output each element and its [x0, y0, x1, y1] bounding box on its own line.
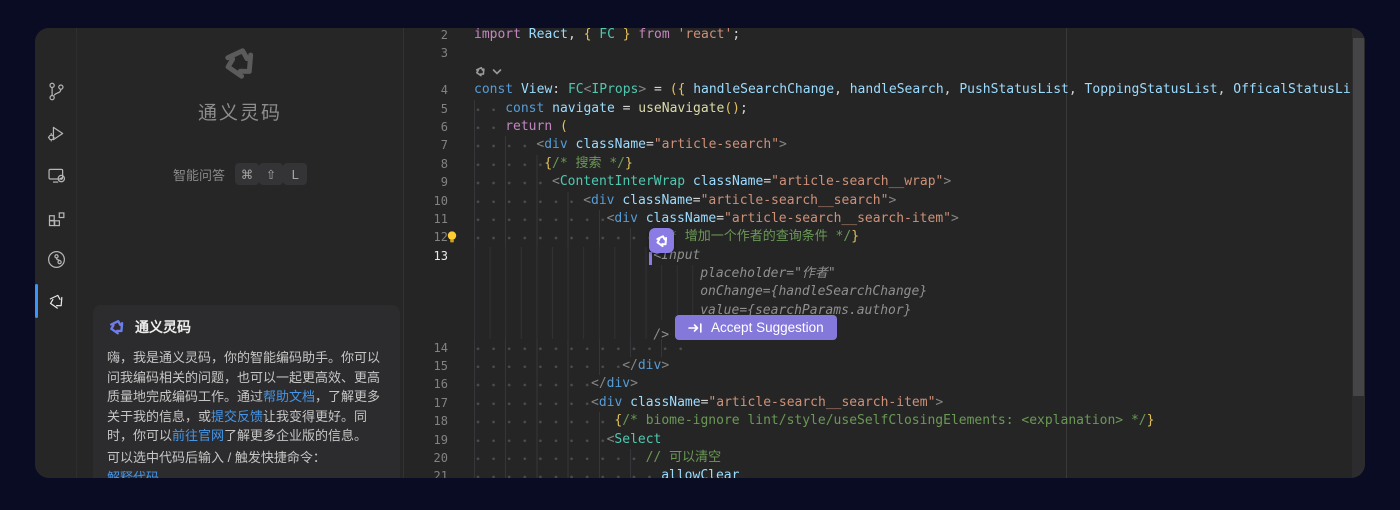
line-number: 10 — [404, 192, 448, 210]
chat-link[interactable]: 帮助文档 — [263, 389, 315, 404]
code-line: 13<Input — [404, 247, 1352, 265]
lingma-chat-logo — [107, 317, 127, 337]
code-line: 9<ContentInterWrap className="article-se… — [404, 173, 1352, 191]
lingma-icon[interactable] — [35, 280, 77, 322]
lingma-inline-badge[interactable] — [649, 228, 674, 253]
code-line: 4const View: FC<IProps> = ({ handleSearc… — [404, 81, 1352, 99]
code-line: onChange={handleSearchChange} — [404, 283, 1352, 301]
line-number: 4 — [404, 81, 448, 99]
scrollbar-thumb[interactable] — [1353, 38, 1364, 396]
activity-bar — [35, 28, 77, 478]
active-indicator — [35, 284, 38, 318]
explain-code-link[interactable]: 解释代码 — [107, 470, 159, 478]
commit-graph-icon[interactable] — [35, 238, 77, 280]
extensions-icon[interactable] — [35, 196, 77, 238]
line-number: 15 — [404, 357, 448, 375]
code-line: 7<div className="article-search"> — [404, 136, 1352, 154]
page-background: 通义灵码 智能问答 ⌘⇧L 通义灵码 嗨，我是通义灵码，你的智能编码助手。你可以… — [0, 0, 1400, 510]
quick-ask-row: 智能问答 ⌘⇧L — [77, 163, 403, 185]
chat-tip-text: 可以选中代码后输入 / 触发快捷命令： — [107, 448, 386, 468]
lingma-side-panel: 通义灵码 智能问答 ⌘⇧L 通义灵码 嗨，我是通义灵码，你的智能编码助手。你可以… — [77, 28, 403, 478]
line-number: 21 — [404, 467, 448, 478]
lingma-codelens[interactable] — [474, 63, 502, 81]
code-editor[interactable]: 2import React, { FC } from 'react';3 4con… — [403, 28, 1365, 478]
chat-welcome-card: 通义灵码 嗨，我是通义灵码，你的智能编码助手。你可以问我编码相关的问题，也可以一… — [93, 305, 400, 478]
line-number: 19 — [404, 431, 448, 449]
chat-link[interactable]: 前往官网 — [172, 428, 224, 443]
accept-suggestion-button[interactable]: Accept Suggestion — [675, 315, 837, 340]
code-line: 3 — [404, 44, 1352, 62]
chat-card-title: 通义灵码 — [135, 317, 191, 337]
line-number: 12 — [404, 228, 448, 246]
line-number: 6 — [404, 118, 448, 136]
keycap: ⌘ — [235, 163, 259, 185]
line-number: 20 — [404, 449, 448, 467]
remote-explorer-icon[interactable] — [35, 154, 77, 196]
line-number: 5 — [404, 100, 448, 118]
code-line: placeholder="作者" — [404, 265, 1352, 283]
brand-block: 通义灵码 — [77, 42, 403, 125]
shortcut-keycaps: ⌘⇧L — [235, 163, 307, 185]
line-number: 8 — [404, 155, 448, 173]
code-line: 14 — [404, 339, 1352, 357]
code-line: />Accept Suggestion — [404, 320, 1352, 338]
code-line: 11<div className="article-search__search… — [404, 210, 1352, 228]
line-number: 3 — [404, 44, 448, 62]
editor-scrollbar[interactable] — [1352, 28, 1365, 478]
code-line: 12{/* 增加一个作者的查询条件 */} — [404, 228, 1352, 246]
code-line: 2import React, { FC } from 'react'; — [404, 28, 1352, 44]
line-number: 17 — [404, 394, 448, 412]
panel-title: 通义灵码 — [77, 98, 403, 125]
chat-link[interactable]: 提交反馈 — [211, 409, 263, 424]
run-debug-icon[interactable] — [35, 112, 77, 154]
code-line: 6return ( — [404, 118, 1352, 136]
line-number: 13 — [404, 247, 448, 265]
line-number: 2 — [404, 28, 448, 44]
accept-suggestion-label: Accept Suggestion — [711, 320, 824, 335]
code-line: 10<div className="article-search__search… — [404, 192, 1352, 210]
code-line: value={searchParams.author} — [404, 302, 1352, 320]
code-line: 18{/* biome-ignore lint/style/useSelfClo… — [404, 412, 1352, 430]
code-line — [404, 63, 1352, 81]
code-line: 20// 可以清空 — [404, 449, 1352, 467]
ide-window: 通义灵码 智能问答 ⌘⇧L 通义灵码 嗨，我是通义灵码，你的智能编码助手。你可以… — [35, 28, 1365, 478]
line-number: 9 — [404, 173, 448, 191]
code-line: 17<div className="article-search__search… — [404, 394, 1352, 412]
line-number: 18 — [404, 412, 448, 430]
source-control-icon[interactable] — [35, 70, 77, 112]
code-line: 19<Select — [404, 431, 1352, 449]
tab-key-icon — [688, 322, 703, 334]
code-area: 2import React, { FC } from 'react';3 4con… — [404, 28, 1352, 478]
chat-welcome-text: 嗨，我是通义灵码，你的智能编码助手。你可以问我编码相关的问题，也可以一起更高效、… — [107, 348, 386, 446]
quick-ask-label: 智能问答 — [173, 165, 225, 184]
line-number: 16 — [404, 375, 448, 393]
lingma-logo — [219, 42, 261, 84]
quick-fix-lightbulb-icon[interactable] — [445, 230, 459, 244]
editor-cursor — [649, 252, 652, 265]
code-line: 5const navigate = useNavigate(); — [404, 100, 1352, 118]
line-number: 7 — [404, 136, 448, 154]
code-line: 21allowClear — [404, 467, 1352, 478]
line-number: 14 — [404, 339, 448, 357]
code-line: 16</div> — [404, 375, 1352, 393]
code-line: 15</div> — [404, 357, 1352, 375]
keycap: L — [283, 163, 307, 185]
code-line: 8{/* 搜索 */} — [404, 155, 1352, 173]
chat-card-header: 通义灵码 — [107, 317, 386, 337]
line-number: 11 — [404, 210, 448, 228]
keycap: ⇧ — [259, 163, 283, 185]
